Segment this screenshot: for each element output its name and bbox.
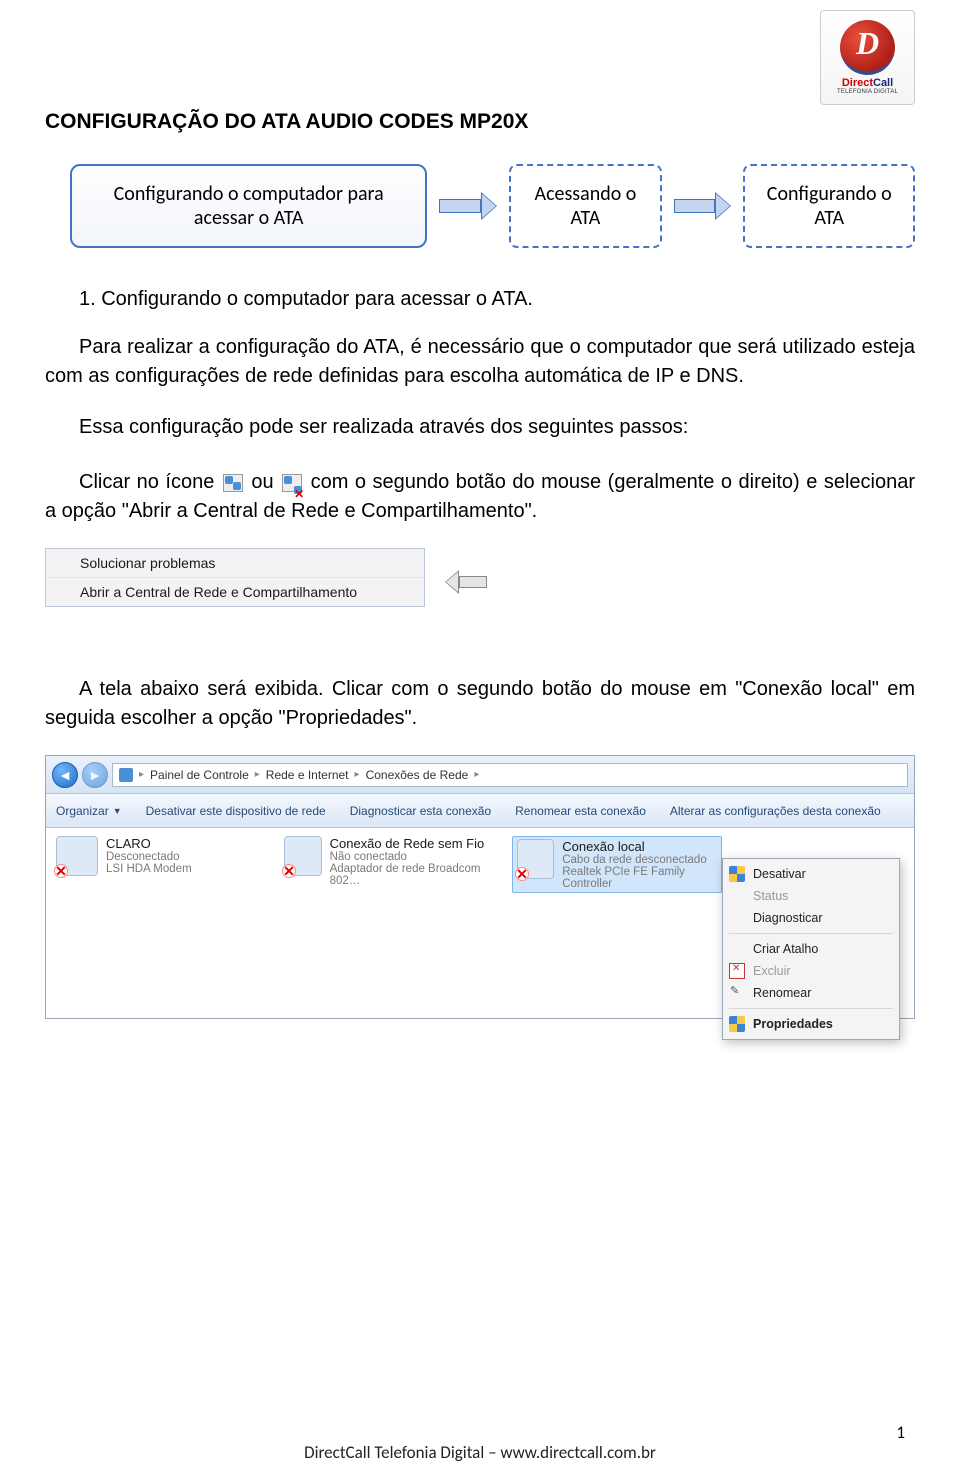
paragraph: Essa configuração pode ser realizada atr…: [45, 413, 915, 442]
connection-device: Adaptador de rede Broadcom 802…: [330, 863, 494, 887]
flow-step-1: Configurando o computador para acessar o…: [70, 164, 427, 248]
paragraph: Para realizar a configuração do ATA, é n…: [45, 333, 915, 391]
shield-icon: [729, 866, 745, 882]
pointer-arrow-icon: [445, 567, 487, 597]
explorer-nav-bar: ◄ ► ▸ Painel de Controle ▸ Rede e Intern…: [46, 756, 914, 794]
paragraph: Clicar no ícone ou com o segundo botão d…: [45, 468, 915, 526]
breadcrumb[interactable]: ▸ Painel de Controle ▸ Rede e Internet ▸…: [112, 763, 908, 787]
modem-icon: ✕: [56, 836, 98, 876]
toolbar-change-settings[interactable]: Alterar as configurações desta conexão: [670, 804, 881, 818]
flow-step-2: Acessando o ATA: [509, 164, 661, 248]
connection-status: Cabo da rede desconectado: [562, 854, 717, 866]
menu-item-create-shortcut[interactable]: Criar Atalho: [723, 938, 899, 960]
toolbar-diagnose[interactable]: Diagnosticar esta conexão: [350, 804, 491, 818]
section-heading: 1. Configurando o computador para acessa…: [45, 288, 915, 311]
logo-tagline: TELEFONIA DIGITAL: [837, 89, 898, 95]
connection-name: Conexão local: [562, 839, 717, 854]
menu-separator: [729, 1008, 893, 1009]
network-connections-window: ◄ ► ▸ Painel de Controle ▸ Rede e Intern…: [45, 755, 915, 1019]
menu-item-properties[interactable]: Propriedades: [723, 1013, 899, 1035]
connections-list: ✕ CLARO Desconectado LSI HDA Modem ✕ Con…: [46, 828, 914, 1018]
page-number: 1: [896, 1422, 905, 1443]
arrow-icon: [439, 192, 497, 220]
paragraph: A tela abaixo será exibida. Clicar com o…: [45, 675, 915, 733]
page-footer: DirectCall Telefonia Digital – www.direc…: [0, 1442, 960, 1463]
network-disconnected-tray-icon: [282, 474, 302, 492]
brand-logo: D DirectCall TELEFONIA DIGITAL: [820, 10, 915, 105]
menu-item-rename[interactable]: Renomear: [723, 982, 899, 1004]
toolbar-rename[interactable]: Renomear esta conexão: [515, 804, 646, 818]
nav-back-button[interactable]: ◄: [52, 762, 78, 788]
connection-name: CLARO: [106, 836, 192, 851]
explorer-toolbar: Organizar ▼ Desativar este dispositivo d…: [46, 794, 914, 828]
arrow-icon: [674, 192, 732, 220]
breadcrumb-item[interactable]: Rede e Internet: [266, 768, 349, 782]
menu-separator: [729, 933, 893, 934]
connection-item[interactable]: ✕ CLARO Desconectado LSI HDA Modem: [56, 836, 266, 876]
shield-icon: [729, 1016, 745, 1032]
connection-item-selected[interactable]: ✕ Conexão local Cabo da rede desconectad…: [512, 836, 722, 893]
menu-item-diagnose[interactable]: Diagnosticar: [723, 907, 899, 929]
logo-brand-2: Call: [873, 77, 893, 89]
breadcrumb-item[interactable]: Painel de Controle: [150, 768, 249, 782]
connection-device: LSI HDA Modem: [106, 863, 192, 875]
breadcrumb-item[interactable]: Conexões de Rede: [366, 768, 469, 782]
connection-status: Não conectado: [330, 851, 494, 863]
logo-brand-1: Direct: [842, 77, 873, 89]
menu-item-troubleshoot[interactable]: Solucionar problemas: [46, 549, 424, 577]
menu-item-delete: Excluir: [723, 960, 899, 982]
ethernet-adapter-icon: ✕: [517, 839, 554, 879]
network-folder-icon: [119, 768, 133, 782]
network-tray-icon: [223, 474, 243, 492]
menu-item-status: Status: [723, 885, 899, 907]
delete-icon: [729, 963, 745, 979]
tray-context-menu: Solucionar problemas Abrir a Central de …: [45, 548, 425, 607]
connection-context-menu: Desativar Status Diagnosticar Criar Atal…: [722, 858, 900, 1040]
connection-name: Conexão de Rede sem Fio: [330, 836, 494, 851]
toolbar-disable-device[interactable]: Desativar este dispositivo de rede: [146, 804, 326, 818]
connection-status: Desconectado: [106, 851, 192, 863]
toolbar-organize[interactable]: Organizar ▼: [56, 804, 122, 818]
flow-diagram: Configurando o computador para acessar o…: [70, 164, 915, 248]
nav-forward-button[interactable]: ►: [82, 762, 108, 788]
connection-device: Realtek PCIe FE Family Controller: [562, 866, 717, 890]
rename-icon: [729, 985, 745, 1001]
connection-item[interactable]: ✕ Conexão de Rede sem Fio Não conectado …: [284, 836, 494, 887]
flow-step-3: Configurando o ATA: [743, 164, 915, 248]
document-title: CONFIGURAÇÃO DO ATA AUDIO CODES MP20X: [45, 110, 915, 134]
menu-item-disable[interactable]: Desativar: [723, 863, 899, 885]
menu-item-open-network-center[interactable]: Abrir a Central de Rede e Compartilhamen…: [46, 577, 424, 606]
wifi-adapter-icon: ✕: [284, 836, 322, 876]
